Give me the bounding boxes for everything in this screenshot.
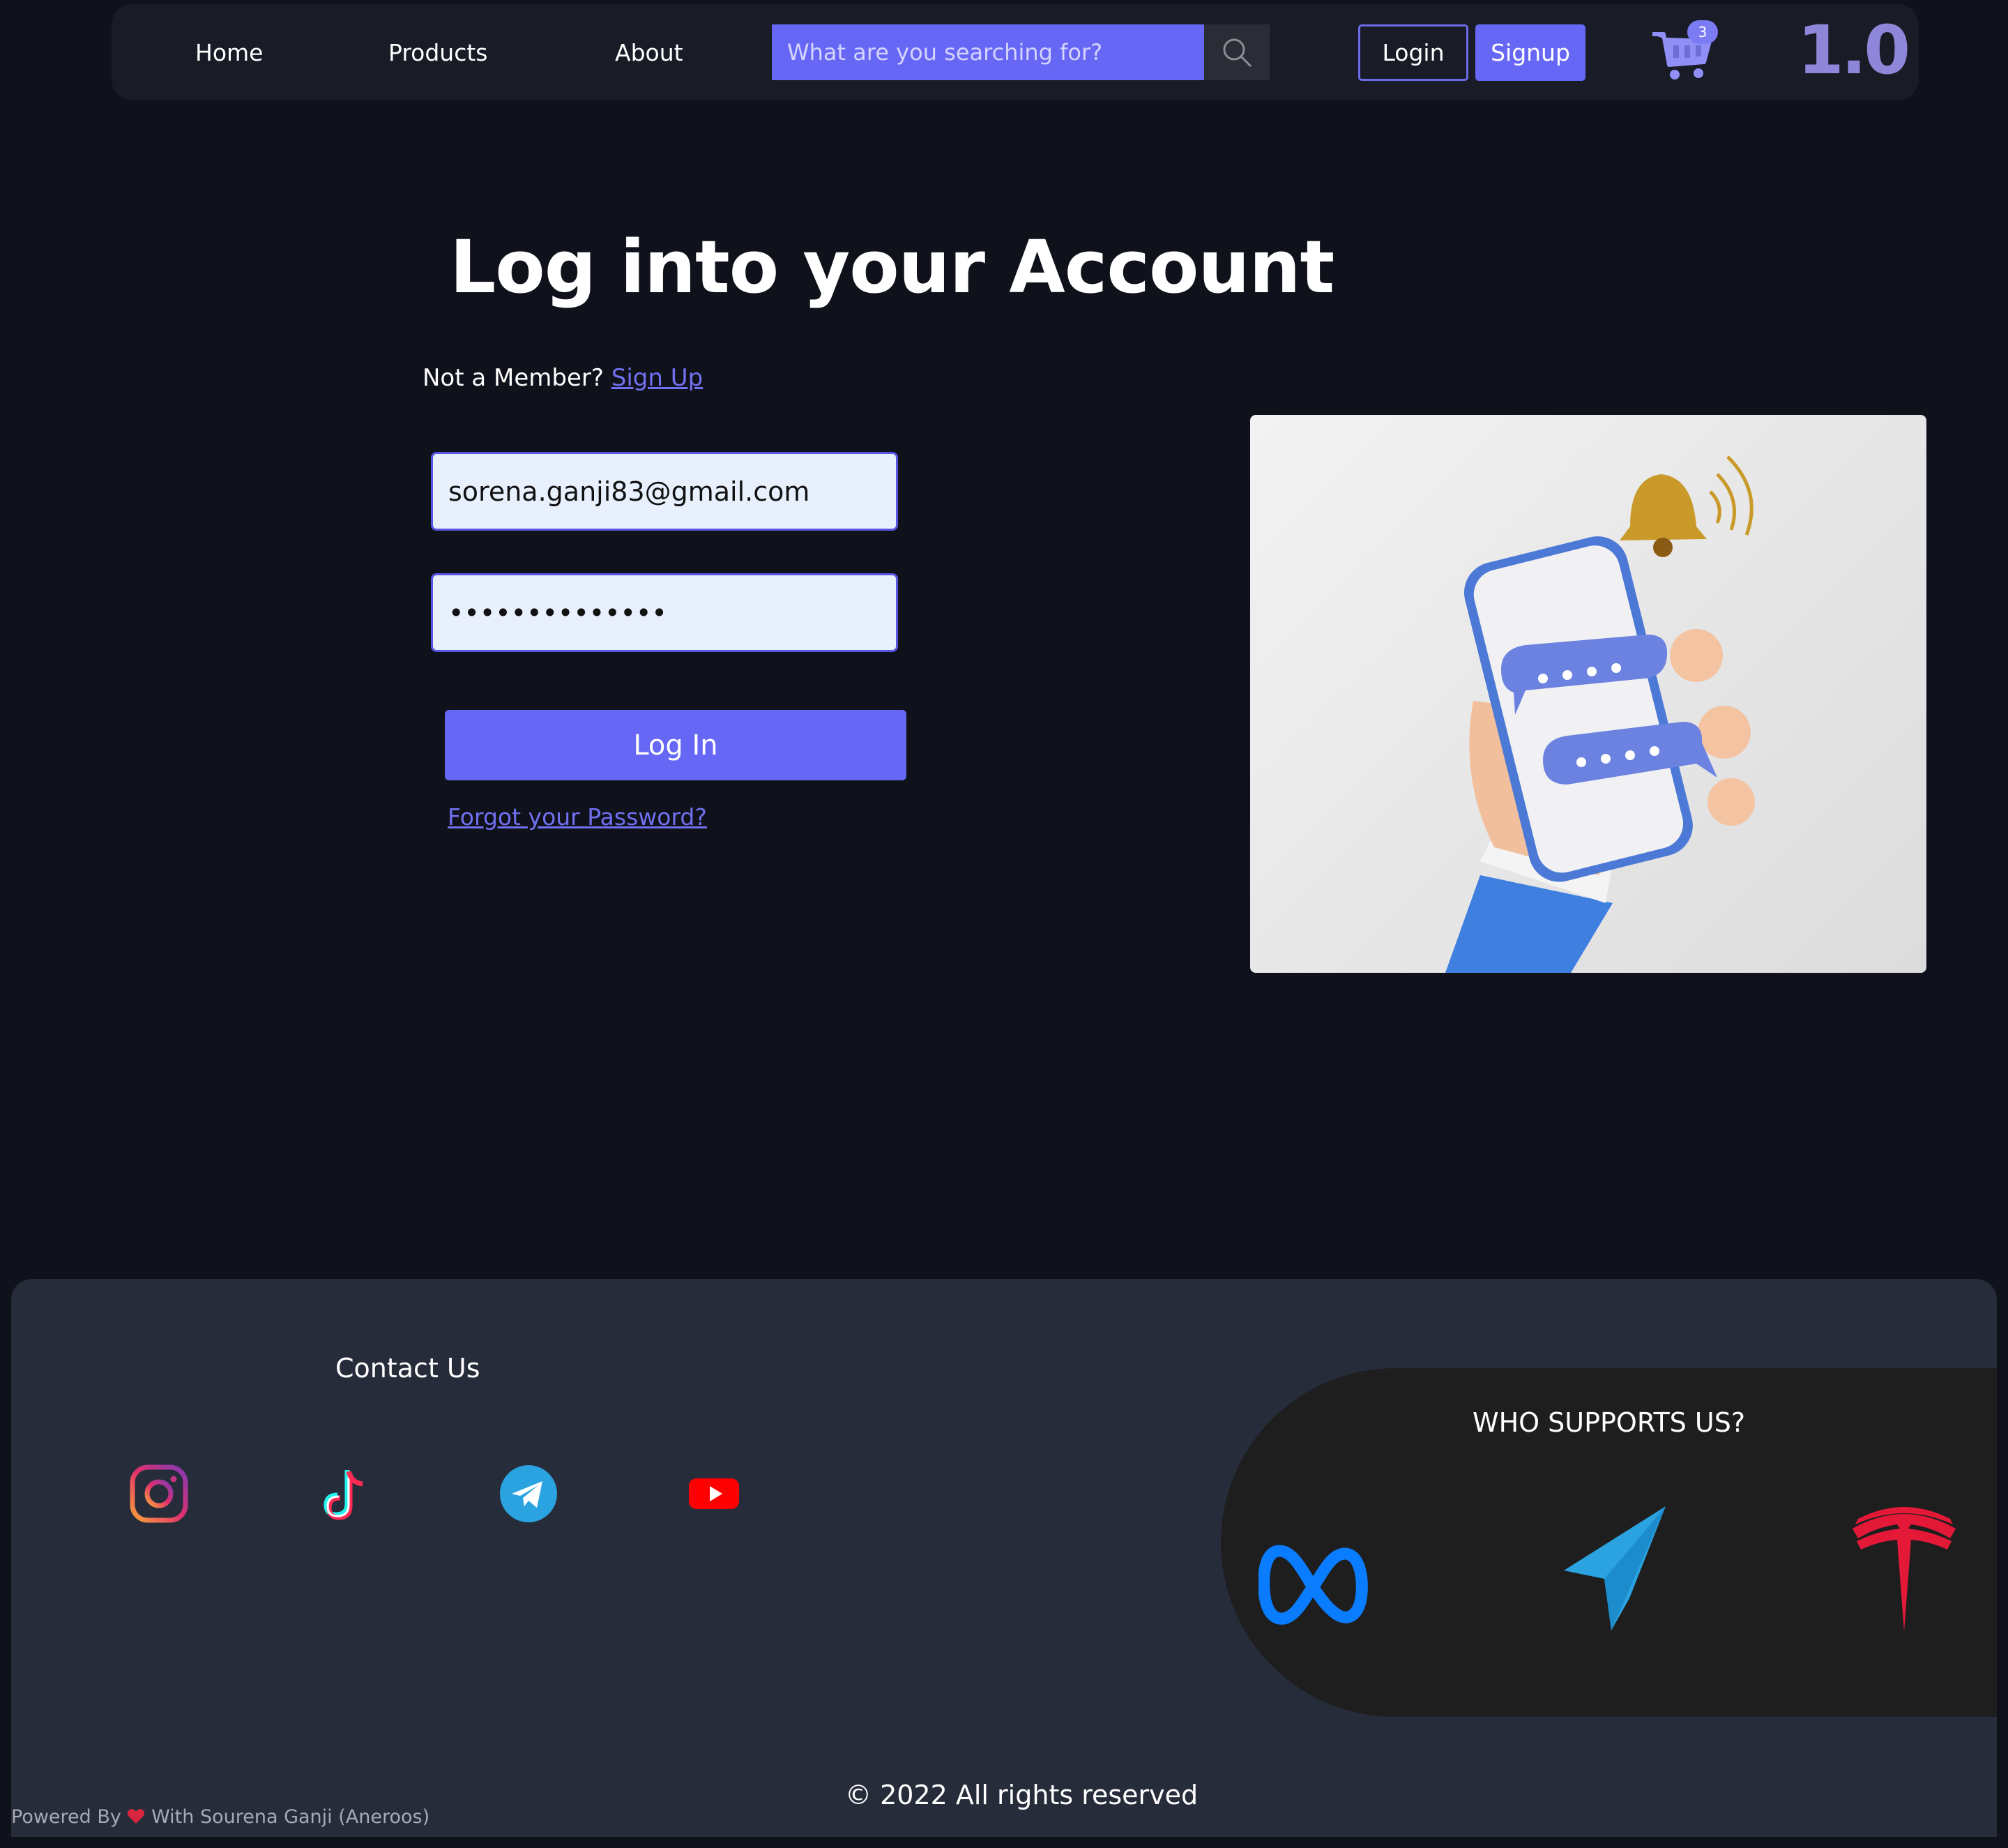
telegram-logo-icon — [1564, 1506, 1666, 1630]
signup-link[interactable]: Sign Up — [611, 364, 703, 392]
search-input[interactable] — [772, 24, 1204, 80]
page-title: Log into your Account — [450, 225, 1334, 310]
navbar: Home Products About Login Signup 3 1.0 — [112, 4, 1919, 100]
search-bar — [772, 24, 1270, 80]
powered-by-prefix: Powered By — [11, 1806, 121, 1828]
signup-button[interactable]: Signup — [1475, 24, 1585, 81]
version-logo: 1.0 — [1797, 11, 1910, 89]
member-prompt: Not a Member? Sign Up — [423, 364, 703, 392]
search-icon — [1223, 38, 1252, 68]
cart-count-badge: 3 — [1687, 20, 1718, 44]
copyright-text: © 2022 All rights reserved — [845, 1780, 1199, 1810]
tiktok-icon — [324, 1470, 363, 1520]
member-prompt-text: Not a Member? — [423, 364, 604, 392]
nav-about-link[interactable]: About — [615, 39, 683, 66]
youtube-icon — [689, 1478, 739, 1509]
telegram-link[interactable] — [499, 1464, 558, 1523]
instagram-link[interactable] — [130, 1464, 188, 1523]
phone-chat-illustration — [1445, 455, 1755, 973]
search-button[interactable] — [1204, 24, 1270, 80]
cart-button[interactable]: 3 — [1648, 17, 1718, 87]
nav-products-link[interactable]: Products — [388, 39, 488, 66]
supporters-panel: WHO SUPPORTS US? — [1221, 1368, 1997, 1717]
heart-icon — [128, 1809, 145, 1824]
login-illustration — [1250, 415, 1926, 973]
tesla-logo-icon — [1853, 1507, 1956, 1632]
login-submit-button[interactable]: Log In — [445, 710, 906, 780]
meta-logo-icon — [1258, 1545, 1368, 1625]
footer: Contact Us WHO SUPPORTS US? © 2022 All r… — [11, 1279, 1997, 1837]
youtube-link[interactable] — [685, 1464, 743, 1523]
powered-by-text: Powered By With Sourena Ganji (Aneroos) — [11, 1806, 429, 1828]
telegram-icon — [500, 1465, 557, 1522]
password-field[interactable] — [431, 573, 898, 652]
tiktok-link[interactable] — [315, 1464, 374, 1523]
supporters-title: WHO SUPPORTS US? — [1473, 1407, 1745, 1438]
forgot-password-link[interactable]: Forgot your Password? — [448, 803, 707, 831]
powered-by-suffix: With Sourena Ganji (Aneroos) — [151, 1806, 430, 1828]
contact-title: Contact Us — [335, 1353, 480, 1384]
login-button[interactable]: Login — [1358, 24, 1468, 81]
instagram-icon — [130, 1464, 188, 1523]
nav-home-link[interactable]: Home — [195, 39, 263, 66]
email-field[interactable] — [431, 452, 898, 531]
